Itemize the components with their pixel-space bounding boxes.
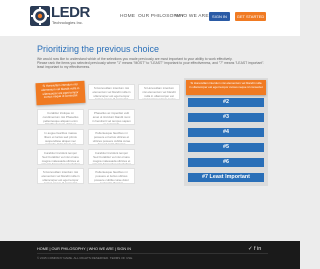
rank-slot-2[interactable]: #2 [188, 98, 264, 107]
ranked-card-1[interactable]: Si Horexullam interdum nisi elementum ve… [186, 80, 266, 95]
rank-slot-7[interactable]: #7 Least Important [188, 173, 264, 182]
rank-slot-6[interactable]: #6 [188, 158, 264, 167]
rank-slot-5[interactable]: #5 [188, 143, 264, 152]
choice-card[interactable]: Si Horexullam interdum nisi elementum ve… [37, 168, 84, 184]
page-title: Prioritizing the previous choice [37, 44, 160, 54]
choice-card-dragging[interactable]: Si Horexullam interdum nisi elementum ve… [35, 80, 86, 106]
sign-in-button[interactable]: SIGN IN [209, 12, 230, 21]
get-started-button[interactable]: GET STARTED [235, 12, 266, 21]
footer-divider [37, 253, 268, 254]
choice-card[interactable]: Si Horexullam interdum nisi elementum ve… [138, 84, 180, 100]
brand-name[interactable]: LEDR [51, 5, 90, 20]
logo-gear-icon[interactable] [30, 6, 50, 26]
choice-card[interactable]: Curabitur tincidunt tempor Sed Curabitur… [88, 149, 135, 165]
rank-slot-3[interactable]: #3 [188, 113, 264, 122]
rank-slot-4[interactable]: #4 [188, 128, 264, 137]
choice-card[interactable]: In augue faucibus massa libero et luctus… [37, 129, 84, 145]
brand-tagline: Technologies Inc. [52, 20, 83, 25]
intro-line-3: least important to my effectiveness. [37, 65, 91, 69]
choice-card[interactable]: Pellentesque faucibus mi posuere et luct… [88, 168, 135, 184]
footer-links[interactable]: HOME | OUR PHILOSOPHY | WHO WE ARE | SIG… [37, 247, 131, 252]
nav-home[interactable]: HOME [120, 14, 135, 20]
choice-card[interactable]: Si Horexullam interdum nisi elementum ve… [88, 84, 135, 100]
social-icons[interactable]: ✓ f in [248, 246, 261, 252]
choice-card[interactable]: Pellentesque faucibus mi posuere et luct… [88, 129, 135, 145]
nav-who-we-are[interactable]: WHO WE ARE [175, 14, 209, 20]
choice-card[interactable]: Curabitur tincidunt tempor Sed Curabitur… [37, 149, 84, 165]
footer-copyright: © 2015 COMPANY NAME. ALL RIGHTS RESERVED… [37, 256, 134, 260]
choice-card[interactable]: Phasellus ac imperdiet velit amet ut tin… [88, 109, 135, 125]
choice-card[interactable]: Curabitur tristique mi condimentum nisi … [37, 109, 84, 125]
